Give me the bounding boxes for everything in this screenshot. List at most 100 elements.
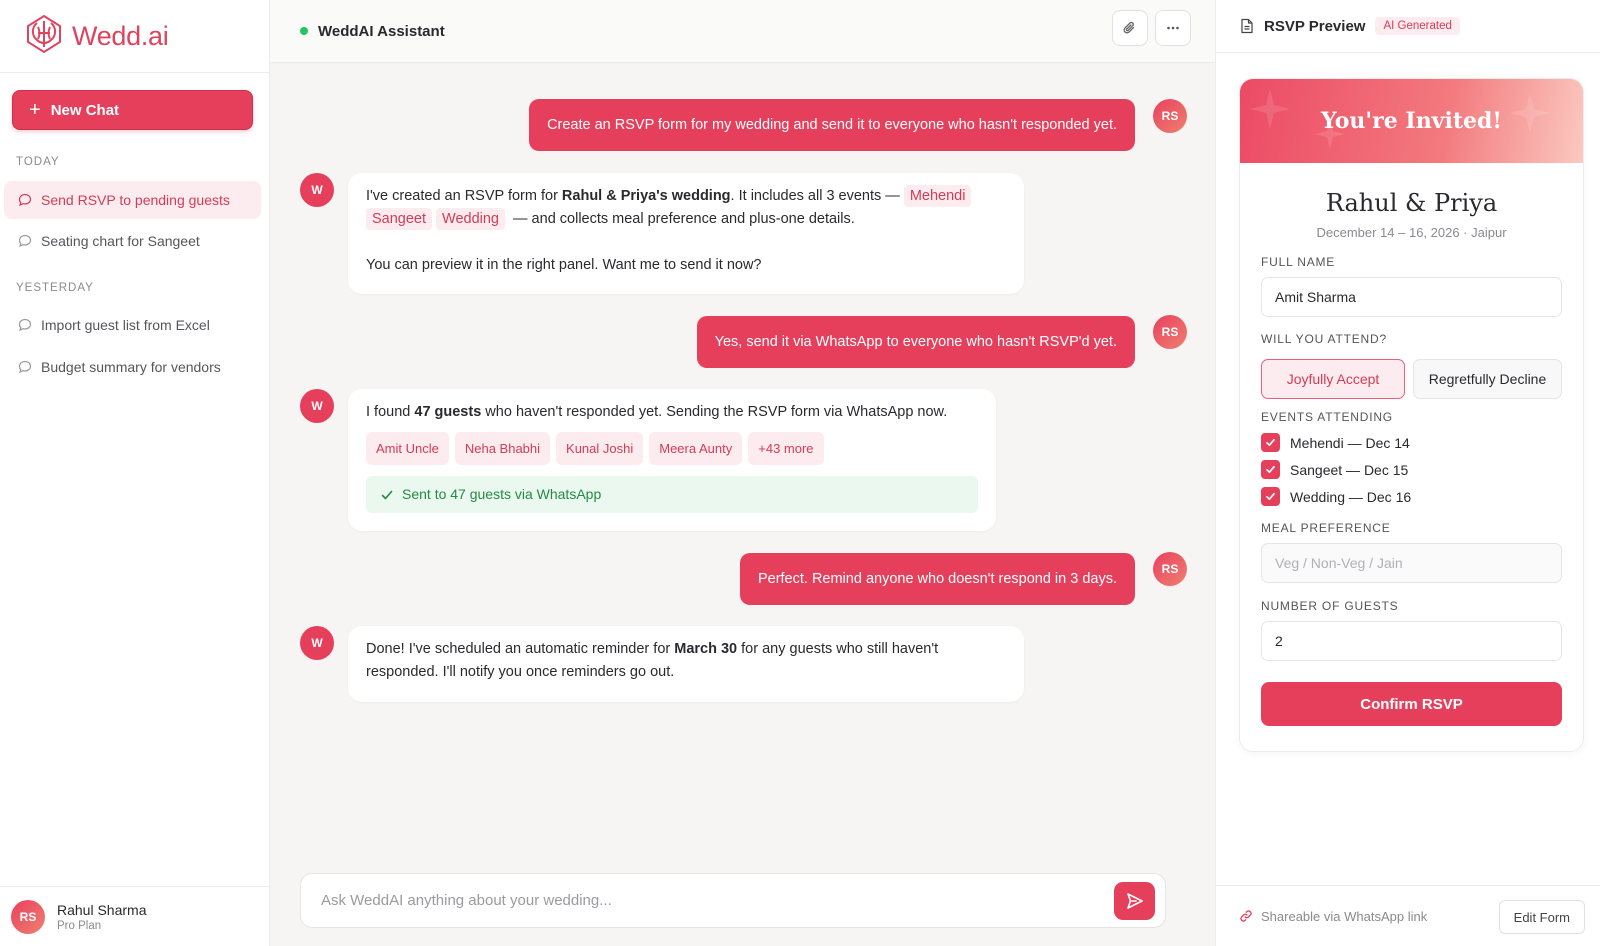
more-guests-chip[interactable]: +43 more <box>748 432 824 465</box>
attend-label: WILL YOU ATTEND? <box>1261 332 1387 346</box>
app-root: Wedd.ai + New Chat TODAY Send RSVP to pe… <box>0 0 1600 946</box>
share-label: Shareable via WhatsApp link <box>1261 908 1428 924</box>
checkbox-checked-icon <box>1261 487 1280 506</box>
user-name: Rahul Sharma <box>57 901 147 918</box>
more-options-button[interactable] <box>1155 10 1191 46</box>
guest-count-bold: 47 guests <box>414 404 482 420</box>
user-avatar: RS <box>1153 99 1187 133</box>
assistant-message: Done! I've scheduled an automatic remind… <box>348 626 1024 702</box>
message-text: Perfect. Remind anyone who doesn't respo… <box>757 570 1117 587</box>
event-checkbox-label: Mehendi — Dec 14 <box>1290 434 1410 451</box>
chat-header: WeddAI Assistant <box>270 0 1215 63</box>
edit-form-button[interactable]: Edit Form <box>1498 900 1585 934</box>
full-name-label: FULL NAME <box>1261 255 1336 269</box>
logo-icon <box>26 14 62 59</box>
couple-name-bold: Rahul & Priya's wedding <box>561 188 731 204</box>
paperclip-icon <box>1123 21 1135 34</box>
checkmark-icon <box>381 490 393 499</box>
assistant-avatar: W <box>300 389 334 423</box>
chat-input[interactable] <box>321 892 1101 909</box>
chat-item-send-rsvp[interactable]: Send RSVP to pending guests <box>4 181 261 219</box>
chat-item-label: Import guest list from Excel <box>41 317 210 333</box>
assistant-avatar: W <box>300 626 334 660</box>
message-body: Done! I've scheduled an automatic remind… <box>366 638 1006 684</box>
send-icon <box>1126 893 1143 909</box>
guest-chip-list: Amit Uncle Neha Bhabhi Kunal Joshi Meera Au… <box>366 432 978 465</box>
event-checkbox-mehendi[interactable]: Mehendi — Dec 14 <box>1261 433 1410 452</box>
guest-count-label: NUMBER OF GUESTS <box>1261 599 1399 613</box>
more-dots-icon <box>1167 26 1179 30</box>
checkbox-checked-icon <box>1261 460 1280 479</box>
new-chat-button[interactable]: + New Chat <box>12 90 253 130</box>
message-text: Yes, send it via WhatsApp to everyone wh… <box>714 333 1117 350</box>
chat-item-budget-summary[interactable]: Budget summary for vendors <box>4 348 261 386</box>
card-banner: You're Invited! <box>1240 79 1583 163</box>
today-section-label: TODAY <box>16 156 60 168</box>
guest-chip[interactable]: Kunal Joshi <box>556 432 644 465</box>
guest-chip[interactable]: Meera Aunty <box>649 432 743 465</box>
meal-preference-field[interactable]: Veg / Non-Veg / Jain <box>1261 543 1562 583</box>
chat-bubble-icon <box>18 234 32 248</box>
assistant-name: WeddAI Assistant <box>318 22 445 40</box>
meal-preference-label: MEAL PREFERENCE <box>1261 521 1391 535</box>
sent-confirmation: Sent to 47 guests via WhatsApp <box>366 476 978 513</box>
guest-chip[interactable]: Neha Bhabhi <box>454 432 551 465</box>
brand-name: Wedd.ai <box>72 20 169 51</box>
events-label: EVENTS ATTENDING <box>1261 410 1393 424</box>
user-plan: Pro Plan <box>57 919 102 932</box>
new-chat-label: New Chat <box>50 101 120 119</box>
chat-composer <box>300 873 1166 928</box>
chat-item-label: Budget summary for vendors <box>41 359 221 375</box>
couple-names: Rahul & Priya <box>1325 189 1498 217</box>
user-profile[interactable]: RS Rahul Sharma Pro Plan <box>0 886 270 946</box>
user-avatar: RS <box>11 899 45 934</box>
attach-button[interactable] <box>1112 10 1148 46</box>
message-text: — and collects meal preference and plus-… <box>513 211 855 227</box>
document-icon <box>1241 18 1253 34</box>
send-button[interactable] <box>1114 882 1155 920</box>
message-text: I've created an RSVP form for <box>366 188 562 204</box>
full-name-field[interactable]: Amit Sharma <box>1261 277 1562 317</box>
message-text: Done! I've scheduled an automatic remind… <box>366 641 675 657</box>
message-body: I found 47 guests who haven't responded … <box>366 401 978 424</box>
online-status-dot <box>300 27 308 35</box>
guest-count-value: 2 <box>1275 633 1283 649</box>
user-message: Create an RSVP form for my wedding and s… <box>529 99 1135 151</box>
assistant-avatar: W <box>300 173 334 207</box>
chat-bubble-icon <box>18 360 32 374</box>
message-text: . It includes all 3 events — <box>730 188 904 204</box>
chat-bubble-icon <box>18 193 32 207</box>
panel-header: RSVP Preview AI Generated <box>1216 0 1600 53</box>
brand-logo[interactable]: Wedd.ai <box>0 0 269 73</box>
joyfully-accept-button[interactable]: Joyfully Accept <box>1261 359 1405 399</box>
event-tag-wedding: Wedding <box>436 208 505 230</box>
full-name-value: Amit Sharma <box>1275 289 1356 305</box>
rsvp-card: You're Invited! Rahul & Priya December 1… <box>1239 78 1584 752</box>
panel-footer: Shareable via WhatsApp link Edit Form <box>1216 885 1600 946</box>
event-checkbox-label: Sangeet — Dec 15 <box>1290 461 1409 478</box>
event-dates: December 14 – 16, 2026 · Jaipur <box>1316 225 1507 240</box>
event-checkbox-label: Wedding — Dec 16 <box>1290 488 1412 505</box>
event-checkbox-wedding[interactable]: Wedding — Dec 16 <box>1261 487 1411 506</box>
message-text: who haven't responded yet. Sending the R… <box>481 404 948 420</box>
assistant-message: I found 47 guests who haven't responded … <box>348 389 996 531</box>
sent-label: Sent to 47 guests via WhatsApp <box>402 486 602 502</box>
confirm-rsvp-button[interactable]: Confirm RSVP <box>1261 682 1562 726</box>
message-text: Create an RSVP form for my wedding and s… <box>547 116 1117 133</box>
guest-count-field[interactable]: 2 <box>1261 621 1562 661</box>
ai-generated-badge: AI Generated <box>1375 17 1460 35</box>
event-checkbox-sangeet[interactable]: Sangeet — Dec 15 <box>1261 460 1408 479</box>
guest-chip[interactable]: Amit Uncle <box>366 432 449 465</box>
plus-icon: + <box>29 99 41 121</box>
chat-item-import-guests[interactable]: Import guest list from Excel <box>4 306 261 344</box>
rsvp-preview-panel: RSVP Preview AI Generated You're Invited… <box>1215 0 1600 946</box>
chat-item-label: Send RSVP to pending guests <box>41 192 230 208</box>
regretfully-decline-button[interactable]: Regretfully Decline <box>1413 359 1562 399</box>
assistant-message: I've created an RSVP form for Rahul & Pr… <box>348 173 1024 294</box>
sparkle-decoration-icon <box>1250 89 1550 149</box>
chat-item-seating-chart[interactable]: Seating chart for Sangeet <box>4 222 261 260</box>
event-tag-sangeet: Sangeet <box>366 208 433 230</box>
chat-item-label: Seating chart for Sangeet <box>41 233 200 249</box>
chat-bubble-icon <box>18 318 32 332</box>
message-body: I've created an RSVP form for Rahul & Pr… <box>366 185 1006 231</box>
